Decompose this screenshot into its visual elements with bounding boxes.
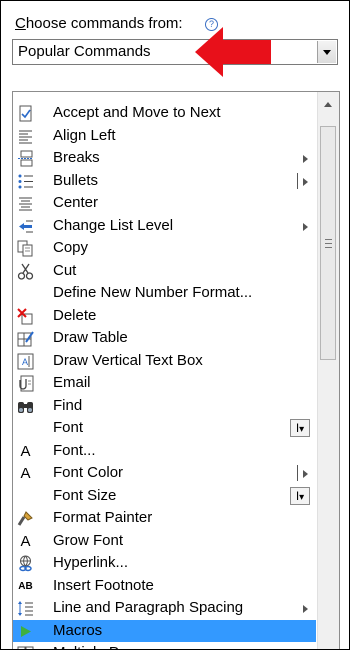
choose-commands-dropdown[interactable]: Popular Commands — [12, 39, 338, 65]
multiple-pages-icon — [17, 645, 34, 649]
command-label: Font Size — [53, 486, 117, 504]
command-label: Multiple Pages — [53, 644, 151, 649]
command-label: Accept and Move to Next — [53, 104, 221, 121]
email-icon — [17, 375, 34, 392]
submenu-arrow-icon — [303, 155, 308, 163]
line-spacing-icon — [17, 600, 34, 617]
center-icon — [17, 195, 34, 212]
dropdown-arrow-button[interactable] — [317, 41, 336, 63]
vertical-text-box-icon: A — [17, 353, 34, 370]
command-item[interactable]: Find — [13, 395, 316, 418]
command-label: Line and Paragraph Spacing — [53, 599, 244, 616]
split-arrow-icon — [303, 177, 308, 186]
command-item[interactable]: Breaks — [13, 147, 316, 170]
command-item[interactable]: A Draw Vertical Text Box — [13, 350, 316, 373]
vertical-scrollbar[interactable] — [317, 92, 339, 649]
command-label: Hyperlink... — [53, 554, 129, 571]
grow-font-icon: A — [20, 532, 31, 550]
split-divider — [297, 465, 298, 481]
customize-panel: Choose commands from: ? Popular Commands… — [0, 0, 350, 650]
submenu-arrow-icon — [303, 222, 308, 231]
format-painter-icon — [17, 510, 34, 527]
command-label: Macros — [53, 621, 103, 639]
svg-text:A: A — [22, 357, 28, 367]
split-divider — [297, 172, 298, 189]
draw-table-icon — [17, 330, 34, 347]
command-item[interactable]: Line and Paragraph Spacing — [13, 597, 316, 620]
command-item[interactable]: Hyperlink... — [13, 552, 316, 575]
macros-icon — [17, 623, 34, 640]
command-label: Delete — [53, 306, 97, 324]
command-label: Draw Table — [53, 329, 128, 346]
command-item[interactable]: A Font Color — [13, 462, 316, 485]
command-item[interactable]: Define New Number Format... — [13, 282, 316, 305]
commands-list[interactable]: Accept and Move to Next Align Left Breaks B… — [12, 91, 340, 649]
command-label: Draw Vertical Text Box — [53, 351, 203, 369]
command-item[interactable]: Multiple Pages — [13, 642, 316, 649]
copy-icon — [17, 240, 34, 257]
font-box-icon: I▾ — [290, 419, 310, 437]
choose-commands-label: Choose commands from: — [15, 15, 183, 32]
command-label: Bullets — [53, 171, 99, 189]
command-label: Font... — [53, 441, 96, 459]
command-label: Define New Number Format... — [53, 284, 253, 301]
command-item[interactable]: Font I▾ — [13, 417, 316, 440]
command-item[interactable]: Center — [13, 192, 316, 215]
command-label: Grow Font — [53, 531, 124, 549]
command-item[interactable]: AB Insert Footnote — [13, 575, 316, 598]
font-dialog-icon: A — [20, 442, 31, 460]
submenu-arrow-icon — [303, 605, 308, 613]
command-item[interactable]: Format Painter — [13, 507, 316, 530]
command-item[interactable]: Macros — [13, 619, 316, 642]
command-label: Font — [53, 419, 84, 436]
command-label: Copy — [53, 239, 89, 256]
command-item[interactable]: Delete — [13, 305, 316, 328]
accept-icon — [17, 105, 34, 122]
font-box-icon: I▾ — [290, 486, 310, 505]
scroll-thumb[interactable] — [320, 126, 336, 360]
command-item[interactable]: Change List Level — [13, 215, 316, 238]
cut-icon — [17, 263, 34, 280]
command-item[interactable]: A Grow Font — [13, 530, 316, 553]
command-item[interactable]: Align Left — [13, 125, 316, 148]
change-list-level-icon — [17, 218, 34, 235]
command-label: Find — [53, 396, 83, 414]
find-icon — [17, 398, 34, 415]
bullets-icon — [17, 173, 34, 190]
command-item[interactable]: Font Size I▾ — [13, 485, 316, 508]
split-arrow-icon — [303, 470, 308, 478]
command-item[interactable]: A Font... — [13, 440, 316, 463]
command-label: Change List Level — [53, 216, 174, 234]
command-label: Center — [53, 194, 99, 211]
command-item[interactable]: Draw Table — [13, 327, 316, 350]
align-left-icon — [17, 128, 34, 145]
grip-icon — [325, 239, 332, 248]
breaks-icon — [17, 150, 34, 167]
hyperlink-icon — [17, 555, 34, 572]
command-item[interactable]: Accept and Move to Next — [13, 102, 316, 125]
command-item[interactable]: Cut — [13, 260, 316, 283]
command-label: Format Painter — [53, 509, 153, 526]
font-color-icon: A — [20, 465, 31, 482]
command-label: Cut — [53, 261, 77, 279]
command-label: Breaks — [53, 149, 100, 166]
scroll-up-icon[interactable] — [324, 102, 332, 107]
insert-footnote-icon: AB — [18, 580, 33, 592]
command-label: Font Color — [53, 464, 124, 481]
red-arrow-annotation — [195, 27, 271, 77]
command-item[interactable]: Copy — [13, 237, 316, 260]
command-item[interactable]: Bullets — [13, 170, 316, 193]
delete-icon — [17, 307, 34, 325]
dropdown-value: Popular Commands — [18, 43, 151, 60]
command-label: Insert Footnote — [53, 576, 154, 594]
command-label: Email — [53, 374, 91, 391]
command-item[interactable]: Email — [13, 372, 316, 395]
command-label: Align Left — [53, 126, 116, 144]
